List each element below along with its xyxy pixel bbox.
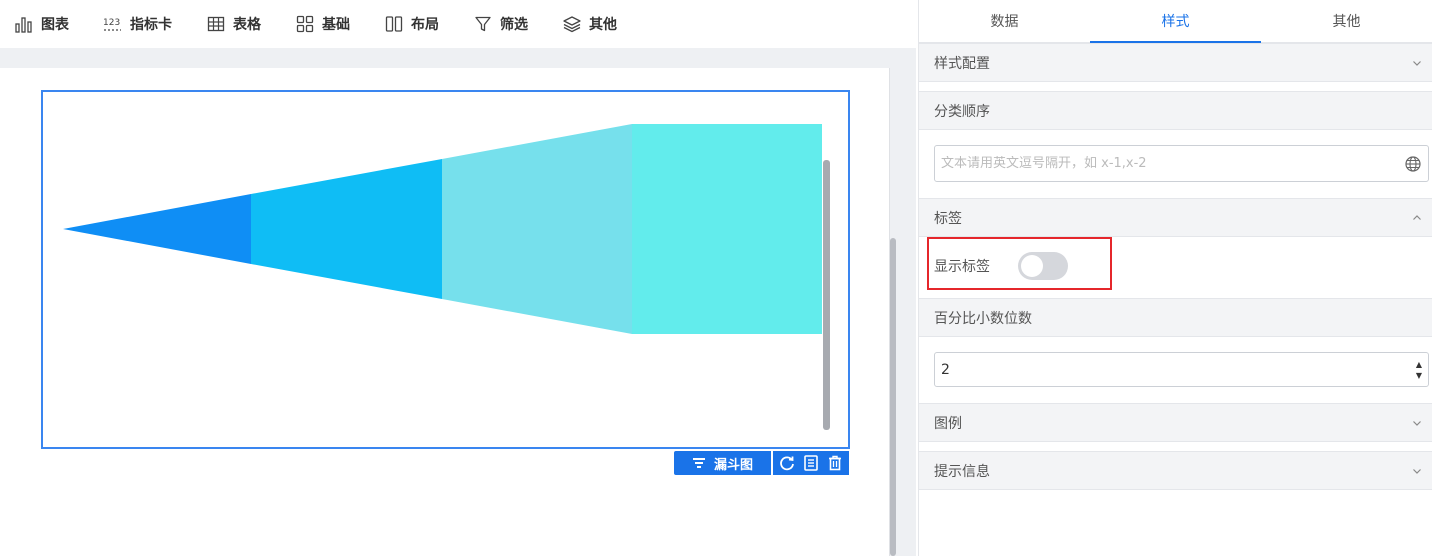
filter-funnel-icon: [475, 16, 491, 32]
section-title: 标签: [934, 210, 962, 227]
section-title: 样式配置: [934, 55, 990, 72]
chart-action-buttons: [773, 451, 849, 475]
refresh-icon[interactable]: [778, 454, 796, 472]
chart-type-tag[interactable]: 漏斗图: [674, 451, 771, 475]
layout-columns-icon: [385, 16, 403, 32]
workspace-scrollbar[interactable]: [890, 238, 896, 556]
tab-style[interactable]: 样式: [1090, 0, 1261, 43]
globe-icon[interactable]: [1404, 155, 1422, 173]
toolbar-item-label: 指标卡: [130, 17, 172, 33]
data-sheet-icon[interactable]: [802, 454, 820, 472]
toolbar-item-other[interactable]: 其他: [562, 14, 617, 34]
table-grid-icon: [207, 16, 225, 32]
toolbar-item-label: 基础: [322, 17, 350, 33]
number-card-icon: 123: [103, 18, 121, 31]
section-style-config[interactable]: 样式配置: [919, 43, 1432, 82]
toolbar-item-metric-card[interactable]: 123 指标卡: [103, 14, 172, 34]
category-order-field[interactable]: [934, 145, 1429, 182]
chevron-down-icon: [1413, 420, 1421, 426]
toolbar-item-label: 表格: [233, 17, 261, 33]
layers-icon: [563, 16, 581, 33]
section-category-order: 分类顺序: [919, 91, 1432, 130]
toolbar-item-basic[interactable]: 基础: [295, 14, 350, 34]
section-tooltip[interactable]: 提示信息: [919, 451, 1432, 490]
toolbar-item-table[interactable]: 表格: [206, 14, 261, 34]
stepper-value[interactable]: 2: [941, 362, 1416, 378]
section-title: 图例: [934, 415, 962, 432]
toolbar-item-label: 图表: [41, 17, 69, 33]
highlight-box: [927, 237, 1112, 290]
toolbar-item-layout[interactable]: 布局: [384, 14, 439, 34]
chart-type-label: 漏斗图: [713, 457, 753, 473]
toolbar-item-filter[interactable]: 筛选: [473, 14, 528, 34]
section-title: 提示信息: [934, 463, 990, 480]
funnel-segment-3[interactable]: [442, 124, 632, 334]
section-title: 分类顺序: [934, 103, 990, 120]
category-order-input[interactable]: [941, 156, 1404, 171]
basic-blocks-icon: [296, 15, 314, 33]
delete-trash-icon[interactable]: [826, 454, 844, 472]
section-title: 百分比小数位数: [934, 310, 1032, 327]
funnel-chart-widget[interactable]: [41, 90, 850, 449]
tab-data[interactable]: 数据: [919, 0, 1090, 42]
funnel-segment-4[interactable]: [632, 124, 822, 334]
tab-other[interactable]: 其他: [1261, 0, 1432, 42]
increment-arrow-icon[interactable]: ▲: [1416, 359, 1422, 370]
chevron-down-icon: [1413, 60, 1421, 66]
section-legend[interactable]: 图例: [919, 403, 1432, 442]
funnel-list-icon: [692, 458, 705, 468]
funnel-segment-1[interactable]: [63, 194, 251, 264]
funnel-segment-2[interactable]: [251, 159, 442, 299]
toolbar-item-label: 布局: [411, 17, 439, 33]
chevron-up-icon: [1413, 214, 1421, 220]
toolbar-item-chart[interactable]: 图表: [14, 14, 69, 34]
funnel-chart: [63, 124, 822, 334]
panel-tabs: 数据 样式 其他: [919, 0, 1432, 43]
section-labels[interactable]: 标签: [919, 198, 1432, 237]
chart-scrollbar[interactable]: [823, 160, 830, 430]
toolbar-item-label: 其他: [589, 17, 617, 33]
section-percent-decimals: 百分比小数位数: [919, 298, 1432, 337]
stepper-arrows: ▲ ▼: [1416, 353, 1422, 386]
number-card-icon-text: 123: [103, 18, 120, 28]
component-toolbar: 图表 123 指标卡 表格 基础 布局 筛选 其他: [0, 0, 916, 48]
properties-panel: 数据 样式 其他 样式配置 分类顺序 标签 显示标签 百分比小数位数 2 ▲ ▼…: [918, 0, 1432, 556]
chevron-down-icon: [1413, 468, 1421, 474]
bar-chart-icon: [15, 17, 32, 33]
percent-decimals-stepper[interactable]: 2 ▲ ▼: [934, 352, 1429, 387]
toolbar-item-label: 筛选: [500, 17, 528, 33]
decrement-arrow-icon[interactable]: ▼: [1416, 370, 1422, 381]
chart-widget-toolbar: 漏斗图: [674, 451, 849, 475]
